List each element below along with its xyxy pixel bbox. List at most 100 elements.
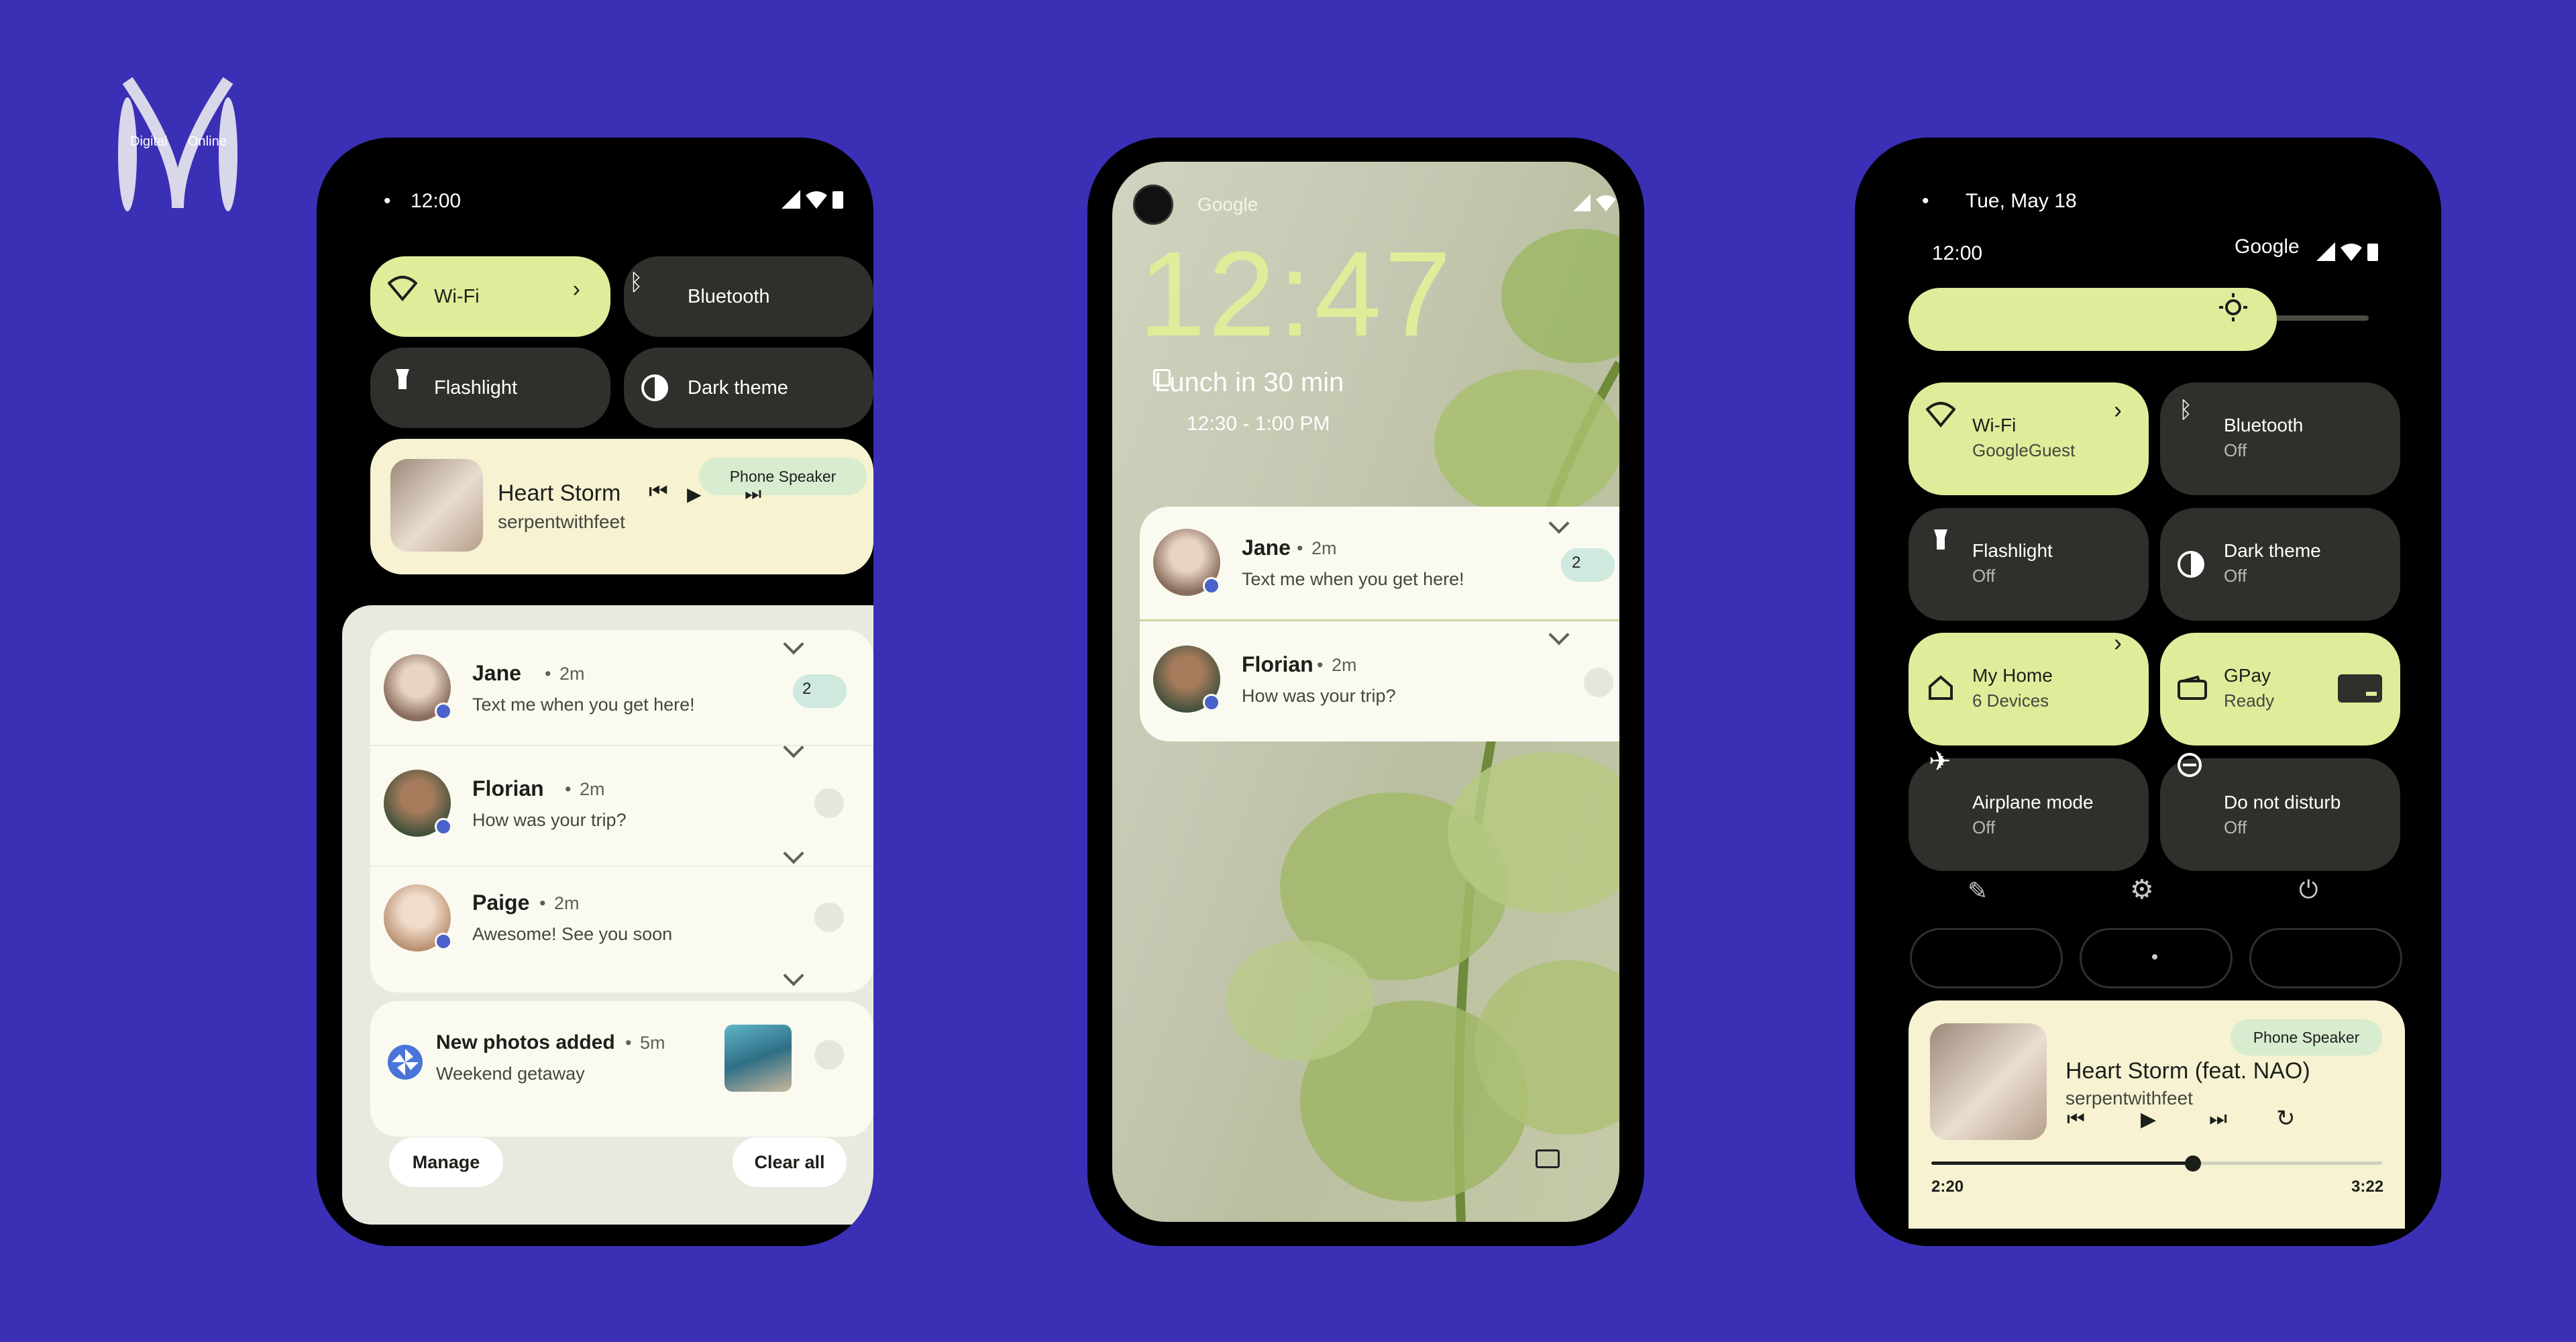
media-player[interactable]: Heart Storm serpentwithfeet ⏮ Phone Spea…	[370, 439, 873, 574]
tile-label: Bluetooth	[2224, 415, 2304, 435]
output-pill[interactable]: Phone Speaker	[699, 458, 867, 495]
notification-name: Florian	[472, 776, 544, 801]
tile-sub: Off	[2224, 566, 2247, 586]
clear-all-button[interactable]: Clear all	[733, 1137, 847, 1187]
page-dot	[2152, 954, 2157, 960]
expand-button[interactable]	[814, 788, 844, 818]
signal-icon	[1573, 194, 1591, 211]
tile-do-not-disturb[interactable]: Do not disturb Off	[2160, 753, 2400, 871]
previous-icon[interactable]: ⏮	[2067, 1108, 2085, 1131]
divider	[1140, 619, 1619, 621]
bluetooth-icon: ᛒ	[629, 270, 643, 295]
tile-flashlight[interactable]: Flashlight Off	[1909, 508, 2149, 621]
notification-text: How was your trip?	[1242, 686, 1396, 706]
previous-icon[interactable]: ⏮	[649, 479, 668, 505]
notification-time: 2m	[1332, 655, 1357, 675]
count-badge-label: 2	[1572, 554, 1581, 572]
total-time: 3:22	[2351, 1178, 2384, 1196]
album-art	[1930, 1023, 2047, 1140]
logo-text-right: Online	[188, 134, 227, 149]
count-badge-label: 2	[802, 680, 812, 698]
phone-lock-screen: Google 12:47 Lunch in 30 min 12:30 - 1:0…	[1087, 138, 1644, 1246]
brightness-icon	[2219, 293, 2247, 321]
tile-sub: Off	[1972, 566, 1996, 586]
app-badge	[1203, 577, 1220, 595]
tile-wifi[interactable]: Wi-Fi ›	[370, 256, 610, 337]
tile-airplane-mode[interactable]: ✈ Airplane mode Off	[1909, 747, 2149, 871]
card-icon	[2338, 674, 2382, 703]
status-dot: •	[384, 190, 391, 212]
tile-flashlight[interactable]: Flashlight	[370, 348, 610, 428]
media-title: Heart Storm (feat. NAO)	[2065, 1058, 2310, 1084]
battery-icon	[833, 191, 843, 209]
notification-name: Paige	[472, 890, 530, 915]
tile-sub: GoogleGuest	[1972, 440, 2076, 460]
photo-thumbnail	[724, 1025, 792, 1092]
output-pill[interactable]: Phone Speaker	[2231, 1019, 2382, 1055]
dark-theme-icon	[2178, 551, 2204, 578]
notification-name: Jane	[472, 661, 521, 685]
next-icon[interactable]: ⏭	[745, 483, 761, 505]
status-icons	[1573, 194, 1616, 211]
notification-time: 2m	[554, 893, 580, 913]
status-icons	[782, 190, 843, 209]
tile-dark-theme[interactable]: Dark theme Off	[2160, 508, 2400, 621]
photos-text: Weekend getaway	[436, 1064, 585, 1084]
app-badge	[435, 818, 452, 835]
notification-time-dot: •	[539, 893, 546, 913]
tile-wifi-label: Wi-Fi	[434, 285, 480, 307]
signal-icon	[2316, 242, 2335, 261]
signal-icon	[782, 190, 800, 209]
logo-text-left: Digital	[130, 134, 168, 149]
tile-bluetooth[interactable]: ᛒ Bluetooth Off	[2160, 382, 2400, 495]
expand-button[interactable]	[814, 902, 844, 932]
expand-button[interactable]	[1584, 668, 1613, 697]
battery-icon	[2367, 244, 2378, 261]
pinwheel-icon	[388, 1045, 423, 1080]
media-artist: serpentwithfeet	[498, 511, 625, 532]
tile-wifi[interactable]: Wi-Fi GoogleGuest ›	[1909, 382, 2149, 495]
tile-dark-theme-label: Dark theme	[688, 376, 788, 399]
power-icon[interactable]: ⏻	[2299, 876, 2318, 905]
divider	[370, 866, 873, 867]
notification-time-dot: •	[545, 664, 551, 684]
brand-logo: Digital Online	[107, 74, 248, 215]
status-date: Tue, May 18	[1966, 190, 2077, 212]
play-icon[interactable]: ▶	[2141, 1108, 2156, 1131]
flashlight-icon	[396, 369, 409, 389]
manage-button[interactable]: Manage	[389, 1137, 503, 1187]
media-player[interactable]: Phone Speaker Heart Storm (feat. NAO) se…	[1909, 1000, 2405, 1229]
tile-label: Do not disturb	[2224, 792, 2341, 813]
settings-icon[interactable]: ⚙	[2130, 874, 2154, 905]
progress-thumb[interactable]	[2185, 1155, 2201, 1172]
tile-gpay[interactable]: GPay Ready	[2160, 633, 2400, 745]
tile-dark-theme[interactable]: Dark theme	[624, 348, 873, 428]
tile-label: Airplane mode	[1972, 792, 2094, 813]
event-time: 12:30 - 1:00 PM	[1187, 413, 1330, 435]
page-indicator[interactable]	[2249, 928, 2402, 988]
tile-bluetooth[interactable]: ᛒ Bluetooth	[624, 256, 873, 337]
tile-sub: 6 Devices	[1972, 690, 2049, 711]
count-badge[interactable]	[793, 674, 847, 708]
tile-bluetooth-label: Bluetooth	[688, 285, 770, 307]
tile-label: Flashlight	[1972, 540, 2053, 561]
phone-notification-shade: • 12:00 Wi-Fi › ᛒ Bluetooth Flashlight D…	[317, 138, 873, 1246]
page-indicator[interactable]	[1910, 928, 2063, 988]
notification-time-dot: •	[1317, 655, 1324, 675]
notification-time: 2m	[580, 779, 605, 799]
replay-icon[interactable]: ↻	[2276, 1105, 2296, 1132]
camera-cutout	[1133, 185, 1173, 225]
status-time: 12:00	[411, 190, 462, 212]
edit-icon[interactable]: ✎	[1968, 877, 1988, 905]
play-icon[interactable]: ▶	[687, 483, 702, 505]
app-badge	[435, 703, 452, 720]
wallet-icon[interactable]	[1536, 1149, 1560, 1168]
chevron-right-icon: ›	[572, 276, 580, 302]
album-art	[390, 459, 483, 552]
count-badge[interactable]	[1561, 548, 1615, 582]
expand-button[interactable]	[814, 1040, 844, 1070]
tile-my-home[interactable]: My Home 6 Devices ›	[1909, 629, 2149, 745]
tile-label: GPay	[2224, 665, 2271, 686]
next-icon[interactable]: ⏭	[2209, 1108, 2227, 1131]
tile-sub: Ready	[2224, 690, 2275, 711]
